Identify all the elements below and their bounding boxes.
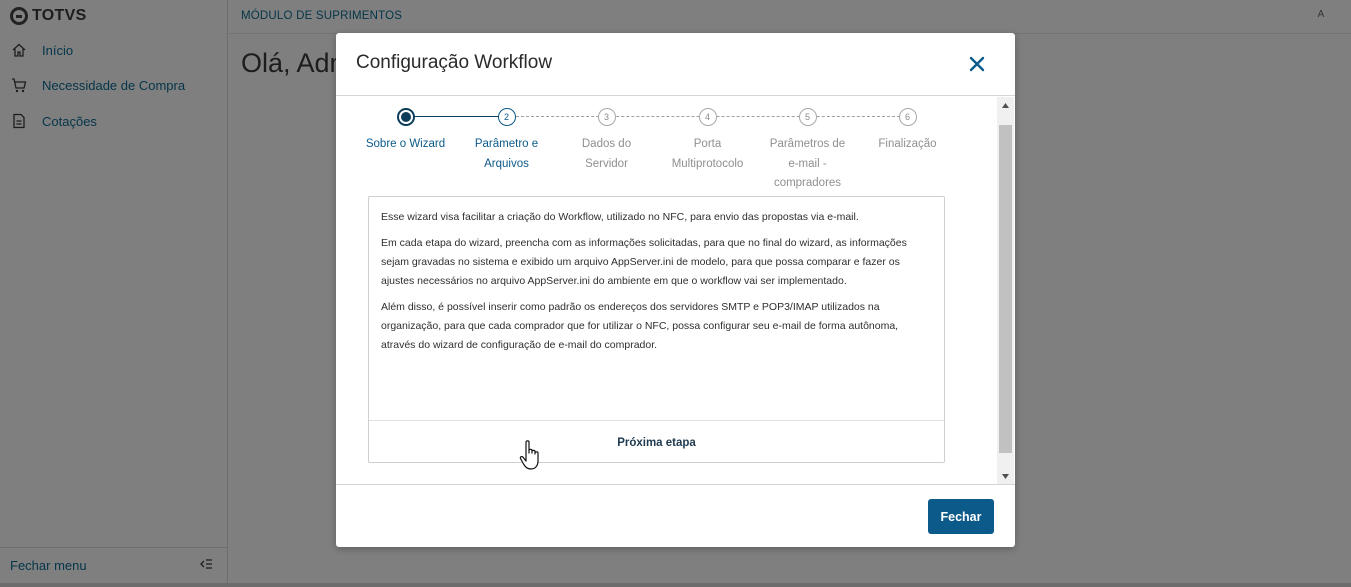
- step-number: 3: [597, 108, 616, 126]
- step-4: 4 Porta Multiprotocolo: [657, 108, 758, 174]
- close-button[interactable]: Fechar: [928, 499, 994, 534]
- modal-scrollbar[interactable]: [997, 97, 1014, 484]
- step-2[interactable]: 2 Parâmetro e Arquivos: [456, 108, 557, 174]
- description-paragraph: Em cada etapa do wizard, preencha com as…: [381, 237, 907, 287]
- wizard-step-card: Esse wizard visa facilitar a criação do …: [368, 196, 945, 463]
- workflow-config-modal: Configuração Workflow Sobre o Wizard 2 P…: [336, 33, 1015, 547]
- modal-header: Configuração Workflow: [336, 33, 1015, 96]
- step-number: 4: [698, 108, 717, 126]
- step-3: 3 Dados do Servidor: [556, 108, 657, 174]
- wizard-stepper: Sobre o Wizard 2 Parâmetro e Arquivos 3 …: [336, 97, 996, 197]
- step-label: Parâmetros de e-mail - compradores: [769, 138, 846, 189]
- step-label: Sobre o Wizard: [365, 138, 446, 150]
- description-paragraph: Além disso, é possível inserir como padr…: [381, 301, 899, 351]
- step-number: 5: [798, 108, 817, 126]
- description-paragraph: Esse wizard visa facilitar a criação do …: [381, 211, 859, 223]
- wizard-description: Esse wizard visa facilitar a criação do …: [381, 208, 933, 362]
- next-step-button[interactable]: Próxima etapa: [369, 421, 944, 464]
- step-label: Dados do Servidor: [581, 138, 632, 170]
- modal-footer: Fechar: [336, 484, 1015, 547]
- hand-cursor-icon: [519, 440, 539, 470]
- step-5: 5 Parâmetros de e-mail - compradores: [757, 108, 858, 194]
- step-label: Parâmetro e Arquivos: [474, 138, 539, 170]
- step-number: 2: [497, 108, 516, 126]
- scroll-up-icon[interactable]: [997, 97, 1014, 113]
- step-label: Porta Multiprotocolo: [671, 138, 744, 170]
- scroll-down-icon[interactable]: [997, 468, 1014, 484]
- card-footer: Próxima etapa: [369, 420, 944, 463]
- step-label: Finalização: [878, 138, 937, 150]
- step-1[interactable]: Sobre o Wizard: [355, 108, 456, 155]
- step-done-icon: [396, 108, 415, 126]
- scrollbar-thumb[interactable]: [999, 125, 1012, 453]
- step-6: 6 Finalização: [857, 108, 958, 155]
- modal-body: Sobre o Wizard 2 Parâmetro e Arquivos 3 …: [336, 97, 1015, 484]
- close-icon[interactable]: [962, 49, 992, 79]
- modal-title: Configuração Workflow: [356, 52, 553, 73]
- step-number: 6: [898, 108, 917, 126]
